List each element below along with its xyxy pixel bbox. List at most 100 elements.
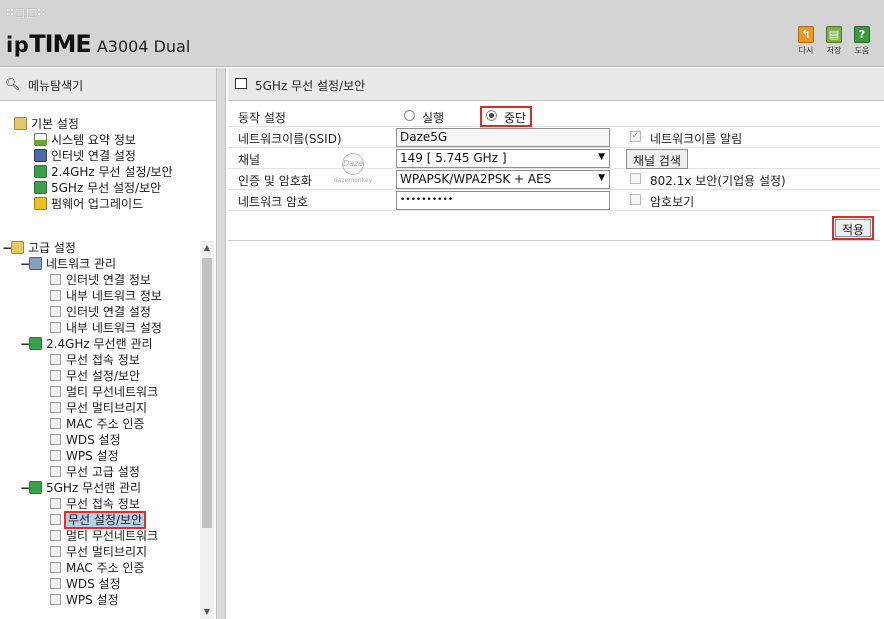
tree-group-wlan24[interactable]: −2.4GHz 무선랜 관리 [20, 336, 153, 352]
scroll-up-icon[interactable]: ▲ [200, 241, 214, 255]
menu-explorer-title: 메뉴탐색기 [28, 79, 84, 93]
wifi-icon [34, 181, 47, 194]
model-name: A3004 Dual [96, 37, 191, 56]
row-channel: 채널 149 [ 5.745 GHz ] ▼ 채널 검색 [228, 148, 880, 169]
page-icon [50, 594, 61, 605]
collapse-icon: − [20, 337, 31, 351]
tree-item-wlan5-multibridge[interactable]: 무선 멀티브리지 [50, 544, 147, 560]
page-icon [50, 466, 61, 477]
tree-group-basic[interactable]: 기본 설정 [14, 116, 79, 132]
tree-item-internet-setup[interactable]: 인터넷 연결 설정 [34, 148, 136, 164]
tree-group-wlan5[interactable]: −5GHz 무선랜 관리 [20, 480, 141, 496]
stop-radio[interactable] [486, 110, 497, 121]
menu-scrollbar[interactable]: ▲ ▼ [200, 241, 214, 619]
divider [228, 240, 880, 241]
tree-item-wifi5-basic[interactable]: 5GHz 무선 설정/보안 [34, 180, 161, 196]
tree-item-lan-info[interactable]: 내부 네트워크 정보 [50, 288, 162, 304]
page-icon [50, 578, 61, 589]
row-auth: 인증 및 암호화 WPAPSK/WPA2PSK + AES ▼ 802.1x 보안… [228, 169, 880, 190]
tree-item-wlan24-advanced[interactable]: 무선 고급 설정 [50, 464, 140, 480]
page-icon [50, 370, 61, 381]
collapse-icon: − [20, 257, 31, 271]
wifi-icon [29, 337, 42, 350]
page-icon [50, 562, 61, 573]
folder-icon [11, 241, 24, 254]
chart-icon [34, 133, 47, 146]
brand-mark: ∷□□∷ [6, 6, 47, 19]
back-icon: ↰ [798, 26, 814, 43]
content-pane: 5GHz 무선 설정/보안 동작 설정 실행 중단 네트워크이름(SSID) D… [228, 68, 884, 619]
page-icon [50, 498, 61, 509]
collapse-icon: − [20, 481, 31, 495]
collapse-icon: − [2, 241, 13, 255]
page-icon [50, 418, 61, 429]
tree-item-wlan5-wds[interactable]: WDS 설정 [50, 576, 121, 592]
page-title: 5GHz 무선 설정/보안 [255, 79, 366, 93]
network-icon [29, 257, 42, 270]
channel-search-button[interactable]: 채널 검색 [626, 149, 688, 169]
tree-item-system-summary[interactable]: 시스템 요약 정보 [34, 132, 136, 148]
scroll-down-icon[interactable]: ▼ [200, 605, 214, 619]
tree-item-wlan5-security[interactable]: 무선 설정/보안 [50, 511, 147, 529]
menu-explorer-header: 🔍︎ 메뉴탐색기 [0, 68, 216, 101]
page-icon [50, 514, 61, 525]
page-icon [50, 434, 61, 445]
pane-splitter[interactable] [216, 68, 226, 619]
page-icon [50, 322, 61, 333]
row-password: 네트워크 암호 •••••••••• 암호보기 [228, 190, 880, 211]
page-icon [50, 354, 61, 365]
channel-select[interactable]: 149 [ 5.745 GHz ] ▼ [396, 149, 610, 168]
tree-item-wlan24-wps[interactable]: WPS 설정 [50, 448, 119, 464]
upgrade-icon [34, 197, 47, 210]
tree-item-wlan5-status[interactable]: 무선 접속 정보 [50, 496, 140, 512]
tree-item-lan-config[interactable]: 내부 네트워크 설정 [50, 320, 162, 336]
back-button[interactable]: ↰ 다시 [794, 26, 818, 56]
tree-item-internet-info[interactable]: 인터넷 연결 정보 [50, 272, 151, 288]
tree-item-wlan24-status[interactable]: 무선 접속 정보 [50, 352, 140, 368]
tree-item-wlan24-multibridge[interactable]: 무선 멀티브리지 [50, 400, 147, 416]
selected-menu-label: 무선 설정/보안 [63, 511, 147, 529]
window-icon [235, 78, 247, 89]
apply-button[interactable]: 적용 [835, 219, 872, 237]
menu-explorer: 🔍︎ 메뉴탐색기 기본 설정 시스템 요약 정보 인터넷 연결 설정 2.4GH… [0, 68, 216, 619]
scroll-thumb[interactable] [202, 258, 212, 528]
auth-select[interactable]: WPAPSK/WPA2PSK + AES ▼ [396, 170, 610, 189]
page-icon [50, 450, 61, 461]
wifi-icon [29, 481, 42, 494]
wifi-icon [34, 165, 47, 178]
tree-item-wlan24-mac-auth[interactable]: MAC 주소 인증 [50, 416, 145, 432]
tree-item-wlan5-wps[interactable]: WPS 설정 [50, 592, 119, 608]
page-icon [50, 274, 61, 285]
folder-icon [14, 117, 27, 130]
tree-item-wlan24-wds[interactable]: WDS 설정 [50, 432, 121, 448]
page-icon [50, 546, 61, 557]
dot1x-checkbox[interactable] [630, 173, 641, 184]
search-icon: 🔍︎ [5, 77, 21, 91]
watermark: Daze dazemonkey [330, 153, 376, 205]
tree-group-advanced[interactable]: − 고급 설정 [2, 240, 76, 256]
content-header: 5GHz 무선 설정/보안 [228, 68, 884, 101]
row-operation: 동작 설정 실행 중단 [228, 106, 880, 127]
brand-logo: ipTIME [6, 30, 92, 58]
ssid-broadcast-checkbox[interactable]: ✓ [630, 131, 641, 142]
password-input[interactable]: •••••••••• [396, 191, 610, 210]
tree-item-wlan24-multi-ssid[interactable]: 멀티 무선네트워크 [50, 384, 158, 400]
show-password-checkbox[interactable] [630, 194, 641, 205]
tree-item-firmware[interactable]: 펌웨어 업그레이드 [34, 196, 143, 212]
help-icon: ? [854, 26, 870, 43]
tree-item-wifi24-basic[interactable]: 2.4GHz 무선 설정/보안 [34, 164, 173, 180]
run-radio[interactable] [404, 110, 415, 121]
brand: ipTIME A3004 Dual [6, 30, 190, 58]
page-icon [50, 290, 61, 301]
save-button[interactable]: ▤ 저장 [822, 26, 846, 56]
tree-item-wlan5-mac-auth[interactable]: MAC 주소 인증 [50, 560, 145, 576]
tree-item-wlan24-security[interactable]: 무선 설정/보안 [50, 368, 140, 384]
tree-item-wlan5-multi-ssid[interactable]: 멀티 무선네트워크 [50, 528, 158, 544]
page-icon [50, 386, 61, 397]
ssid-input[interactable]: Daze5G [396, 128, 610, 147]
tree-group-network[interactable]: − 네트워크 관리 [20, 256, 116, 272]
header: ∷□□∷ ipTIME A3004 Dual ↰ 다시 ▤ 저장 ? 도움 [0, 0, 884, 67]
help-button[interactable]: ? 도움 [850, 26, 874, 56]
dropdown-arrow-icon: ▼ [598, 173, 605, 183]
tree-item-internet-config[interactable]: 인터넷 연결 설정 [50, 304, 151, 320]
